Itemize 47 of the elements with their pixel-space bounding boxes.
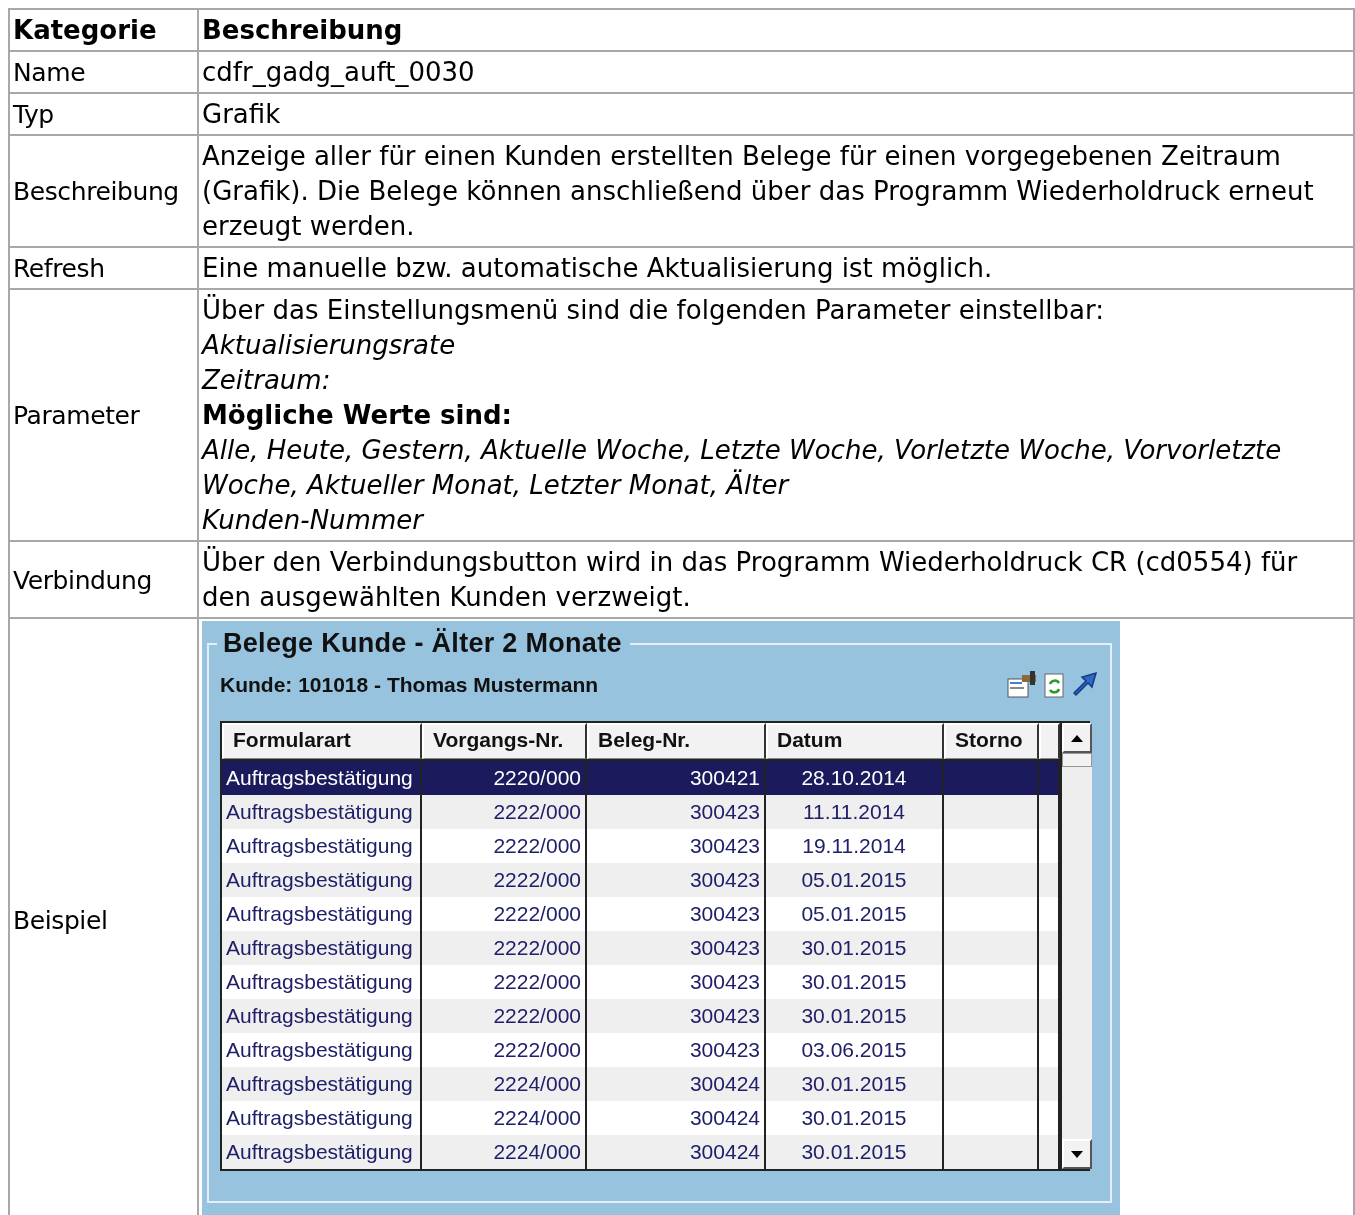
description-cell: Über den Verbindungsbutton wird in das Programm Wiederholdruck CR (cd0554) für den ausgewählten Kunden verzweigt. <box>198 541 1354 618</box>
grid-row[interactable]: Auftragsbestätigung 2224/000 300424 30.01.2015 <box>222 1135 1060 1169</box>
column-header[interactable]: Datum <box>766 723 944 759</box>
column-header[interactable]: Vorgangs-Nr. <box>422 723 587 759</box>
grid-row[interactable]: Auftragsbestätigung 2222/000 300423 11.11.2014 <box>222 795 1060 829</box>
parameter-text: Mögliche Werte sind: <box>202 399 513 432</box>
parameter-text: Alle, Heute, Gestern, Aktuelle Woche, Letzte Woche, Vorletzte Woche, Vorvorletzte Woche, Aktueller Monat, Letzter Monat, Älter <box>202 434 1283 502</box>
category-cell: Typ <box>9 93 198 135</box>
category-cell: Beispiel <box>9 618 198 1215</box>
parameter-text: Über das Einstellungsmenü sind die folgenden Parameter einstellbar: <box>202 293 1105 327</box>
description-cell: Anzeige aller für einen Kunden erstellten Belege für einen vorgegebenen Zeitraum (Grafik). Die Belege können anschließend über das Programm Wiederholdruck erneut erzeugt werden. <box>198 135 1354 247</box>
customer-label: Kunde: 101018 - Thomas Mustermann <box>220 673 599 697</box>
grid-cell: 300424 <box>587 1135 766 1169</box>
refresh-icon[interactable] <box>1044 671 1066 699</box>
parameter-text: Aktualisierungsrate <box>202 329 457 362</box>
category-cell: Verbindung <box>9 541 198 618</box>
parameter-text: Kunden-Nummer <box>202 504 426 537</box>
column-header: Kategorie <box>9 9 198 51</box>
arrow-icon[interactable] <box>1070 671 1098 699</box>
column-header[interactable] <box>1039 723 1060 759</box>
category-cell: Refresh <box>9 247 198 289</box>
scroll-up-button[interactable] <box>1062 723 1092 753</box>
scrollbar[interactable] <box>1060 723 1092 1169</box>
grid-row[interactable]: Auftragsbestätigung 2222/000 300423 30.01.2015 <box>222 999 1060 1033</box>
widget-title: Belege Kunde - Älter 2 Monate <box>217 628 630 659</box>
description-cell: Grafik <box>198 93 1354 135</box>
column-header[interactable]: Beleg-Nr. <box>587 723 766 759</box>
category-cell: Parameter <box>9 289 198 541</box>
down-arrow-icon <box>1071 1150 1083 1158</box>
grid-cell: Auftragsbestätigung <box>222 1135 422 1169</box>
scroll-down-button[interactable] <box>1062 1139 1092 1169</box>
column-header: Beschreibung <box>198 9 1354 51</box>
parameter-text: Zeitraum: <box>202 364 332 397</box>
column-header[interactable]: Formularart <box>222 723 422 759</box>
grid-row[interactable]: Auftragsbestätigung 2224/000 300424 30.01.2015 <box>222 1067 1060 1101</box>
description-cell: cdfr_gadg_auft_0030 <box>198 51 1354 93</box>
description-cell: Eine manuelle bzw. automatische Aktualisierung ist möglich. <box>198 247 1354 289</box>
grid-row[interactable]: Auftragsbestätigung 2220/000 300421 28.10.2014 <box>222 761 1060 795</box>
column-header[interactable]: Storno <box>944 723 1039 759</box>
category-cell: Beschreibung <box>9 135 198 247</box>
grid-cell: 30.01.2015 <box>766 1135 944 1169</box>
scroll-thumb[interactable] <box>1062 753 1092 767</box>
grid-cell: 2224/000 <box>422 1135 587 1169</box>
up-arrow-icon <box>1071 734 1083 742</box>
grid-row[interactable]: Auftragsbestätigung 2222/000 300423 30.01.2015 <box>222 931 1060 965</box>
category-cell: Name <box>9 51 198 93</box>
grid-row[interactable]: Auftragsbestätigung 2222/000 300423 05.01.2015 <box>222 863 1060 897</box>
